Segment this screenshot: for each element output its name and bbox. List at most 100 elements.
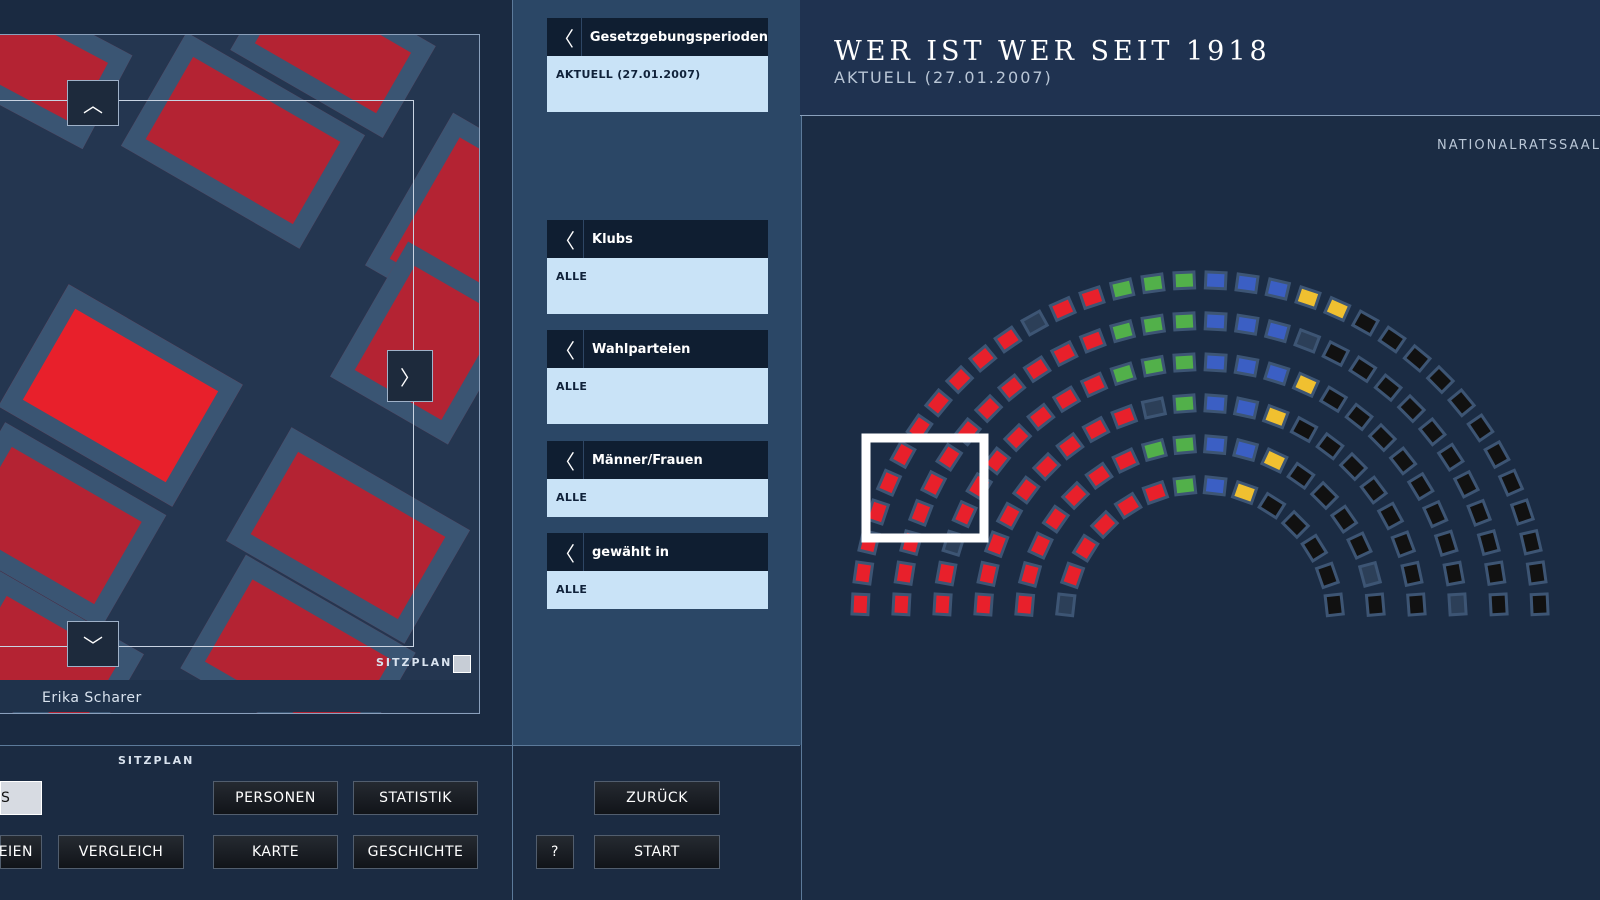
seat[interactable] [923,387,954,418]
seat[interactable] [1172,434,1197,456]
seat[interactable] [1346,531,1373,561]
seat[interactable] [1364,592,1386,617]
seat[interactable] [1055,592,1077,618]
scroll-down-button[interactable]: ﹀ [67,621,119,667]
seat[interactable] [1259,447,1289,474]
seat[interactable] [951,499,979,529]
seat[interactable] [1344,402,1375,432]
seat[interactable] [1280,509,1311,540]
seat[interactable] [993,325,1023,354]
seat[interactable] [1497,468,1525,498]
parteien-button[interactable]: TEIEN [0,835,42,869]
scroll-right-button[interactable]: 〉 [387,350,433,402]
sitzplan-toggle[interactable] [453,655,471,673]
seat[interactable] [1084,461,1114,491]
filter-value[interactable]: ALLE [547,479,768,517]
seat[interactable] [967,343,998,374]
seat[interactable] [1488,592,1509,617]
seat[interactable] [1315,431,1345,461]
seat[interactable] [1230,479,1259,506]
seat[interactable] [1483,439,1511,470]
seat[interactable] [1172,352,1197,373]
seat[interactable] [850,592,871,617]
seat[interactable] [1294,284,1322,311]
seat[interactable] [1338,451,1369,482]
seat[interactable] [1377,325,1407,354]
seat[interactable] [1233,354,1260,378]
seat[interactable] [1318,385,1349,414]
help-button[interactable]: ? [536,835,574,869]
seat[interactable] [1289,415,1319,444]
seat[interactable] [1466,498,1493,527]
seat[interactable] [1051,385,1082,414]
seat[interactable] [1002,422,1033,453]
seat[interactable] [1262,361,1291,387]
seat[interactable] [1172,393,1197,414]
filter-gewaehlt-in[interactable]: 〈 gewählt in ALLE [547,533,768,609]
seat[interactable] [1022,354,1053,384]
seat[interactable] [1059,561,1086,590]
seat[interactable] [1314,561,1341,590]
seat[interactable] [1049,339,1079,368]
seat[interactable] [1202,475,1228,497]
seat[interactable] [996,372,1027,403]
seat[interactable] [1113,491,1143,520]
seat[interactable] [1140,437,1168,463]
back-button[interactable]: 〈 [547,220,584,258]
seat[interactable] [1529,592,1550,617]
seat[interactable] [1140,354,1167,378]
seat[interactable] [1234,272,1260,295]
seat[interactable] [1376,501,1405,531]
seat[interactable] [1263,319,1291,344]
seat[interactable] [1140,272,1166,295]
seat[interactable] [944,364,975,395]
seat[interactable] [1519,528,1543,556]
vergleich-button[interactable]: VERGLEICH [58,835,184,869]
seat[interactable] [1400,560,1424,588]
filter-value[interactable]: AKTUELL (27.01.2007) [547,56,768,112]
seat[interactable] [932,592,953,617]
seat[interactable] [1203,270,1228,291]
back-button[interactable]: 〈 [547,533,584,571]
filter-value[interactable]: ALLE [547,258,768,314]
back-button[interactable]: 〈 [547,330,584,368]
seat[interactable] [1417,416,1448,447]
seat[interactable] [973,592,994,617]
seat[interactable] [907,498,934,527]
seat[interactable] [1019,309,1050,337]
statistik-button[interactable]: STATISTIK [353,781,478,815]
seat[interactable] [983,530,1010,559]
seat[interactable] [1203,311,1228,332]
seat[interactable] [1396,393,1427,424]
seat[interactable] [1203,352,1228,373]
seat[interactable] [1232,437,1260,463]
seat[interactable] [1291,371,1321,399]
seat[interactable] [1060,480,1091,511]
seat[interactable] [919,469,948,499]
partial-button-top[interactable]: S [0,781,42,815]
seat[interactable] [1300,533,1329,563]
seat[interactable] [1172,270,1197,291]
seat[interactable] [1406,592,1427,617]
seat[interactable] [1203,434,1228,456]
back-button[interactable]: 〈 [547,18,582,56]
seat[interactable] [1367,422,1398,453]
filter-klubs[interactable]: 〈 Klubs ALLE [547,220,768,314]
seat[interactable] [1329,504,1359,534]
geschichte-button[interactable]: GESCHICHTE [353,835,478,869]
seat[interactable] [1081,415,1111,444]
seat[interactable] [1309,480,1340,511]
seat[interactable] [889,439,917,470]
seat[interactable] [1402,343,1433,374]
filter-gesetzgebungsperioden[interactable]: 〈 Gesetzgebungsperioden AKTUELL (27.01.20… [547,18,768,112]
seat[interactable] [852,560,875,586]
seat[interactable] [1436,442,1466,473]
seat[interactable] [1140,396,1168,420]
seat[interactable] [1172,475,1198,497]
seat[interactable] [1078,327,1107,354]
personen-button[interactable]: PERSONEN [213,781,338,815]
seat[interactable] [1011,475,1041,505]
seat[interactable] [1323,592,1345,618]
seat[interactable] [934,560,958,587]
seat[interactable] [1447,592,1468,617]
